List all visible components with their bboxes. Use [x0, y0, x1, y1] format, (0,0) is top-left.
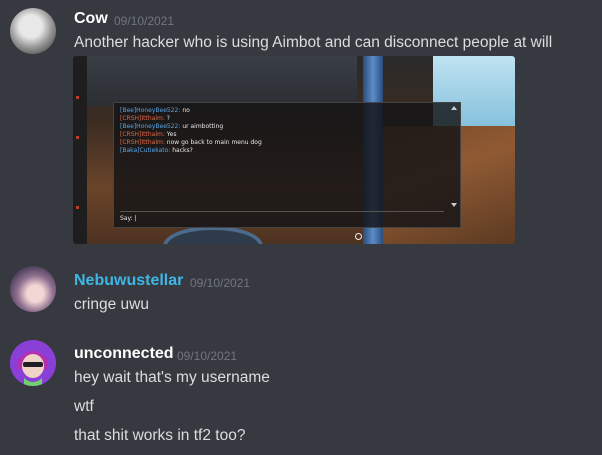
message-text: wtf: [74, 398, 94, 415]
chat-divider: [120, 211, 444, 212]
username[interactable]: unconnected: [74, 345, 174, 363]
scroll-up-icon: [451, 106, 457, 110]
chat-line: [Baka]Cutiekato: hacks?: [120, 147, 193, 154]
screenshot-side-panel: [73, 56, 87, 244]
message-text: Another hacker who is using Aimbot and c…: [74, 34, 553, 51]
message-text: that shit works in tf2 too?: [74, 427, 246, 444]
username[interactable]: Cow: [74, 10, 108, 28]
game-chat-box: [Bee]HoneyBee522: no [CRSH]Itthalm: ? [B…: [113, 102, 461, 228]
avatar[interactable]: [10, 8, 56, 54]
say-input-label: Say: |: [120, 215, 137, 222]
chat-line: [Bee]HoneyBee522: ur aimbotting: [120, 123, 224, 130]
timestamp: 09/10/2021: [177, 349, 238, 363]
avatar[interactable]: [10, 340, 56, 386]
chat-line: [CRSH]Itthalm: now go back to main menu …: [120, 139, 262, 146]
screenshot-wall: [87, 56, 357, 106]
timestamp: 09/10/2021: [114, 14, 175, 28]
chat-line: [CRSH]Itthalm: Yes: [120, 131, 177, 138]
screenshot-weapon: [163, 226, 263, 244]
chat-line: [CRSH]Itthalm: ?: [120, 115, 170, 122]
crosshair-icon: [355, 233, 362, 240]
username[interactable]: Nebuwustellar: [74, 272, 183, 290]
timestamp: 09/10/2021: [190, 276, 251, 290]
message-text: cringe uwu: [74, 296, 149, 313]
scroll-down-icon: [451, 203, 457, 207]
message-text: hey wait that's my username: [74, 369, 270, 386]
image-attachment[interactable]: [Bee]HoneyBee522: no [CRSH]Itthalm: ? [B…: [73, 56, 515, 244]
chat-line: [Bee]HoneyBee522: no: [120, 107, 190, 114]
avatar[interactable]: [10, 266, 56, 312]
character-avatar-icon: [10, 340, 56, 386]
